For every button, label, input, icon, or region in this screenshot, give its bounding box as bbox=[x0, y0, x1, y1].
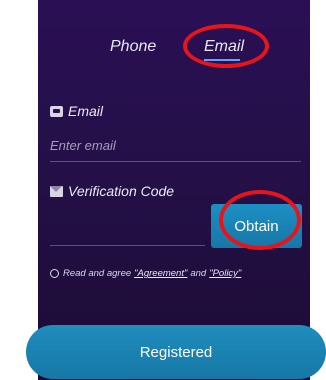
annotation-circle-obtain bbox=[219, 190, 301, 250]
email-label-text: Email bbox=[68, 103, 104, 119]
agreement-row: Read and agree "Agreement" and "Policy" bbox=[50, 268, 244, 279]
agree-radio[interactable] bbox=[50, 269, 59, 278]
tab-phone[interactable]: Phone bbox=[110, 38, 156, 56]
register-button[interactable]: Registered bbox=[26, 325, 326, 379]
agree-conjunction: and bbox=[190, 268, 207, 279]
email-underline bbox=[50, 161, 301, 162]
agreement-link[interactable]: "Agreement" bbox=[134, 268, 187, 279]
registration-panel: Phone Email Email Verification Code Obta… bbox=[38, 0, 310, 380]
verification-code-input[interactable] bbox=[50, 218, 200, 238]
verification-code-label: Verification Code bbox=[50, 183, 174, 199]
email-input[interactable] bbox=[50, 135, 300, 155]
mailbox-icon bbox=[50, 105, 63, 117]
agree-text: Read and agree bbox=[63, 268, 132, 279]
verification-code-underline bbox=[50, 245, 205, 246]
email-field-label: Email bbox=[50, 103, 103, 119]
verification-code-label-text: Verification Code bbox=[68, 183, 175, 199]
annotation-circle-email-tab bbox=[183, 24, 269, 68]
policy-link[interactable]: "Policy" bbox=[209, 268, 241, 279]
envelope-icon bbox=[50, 185, 63, 197]
